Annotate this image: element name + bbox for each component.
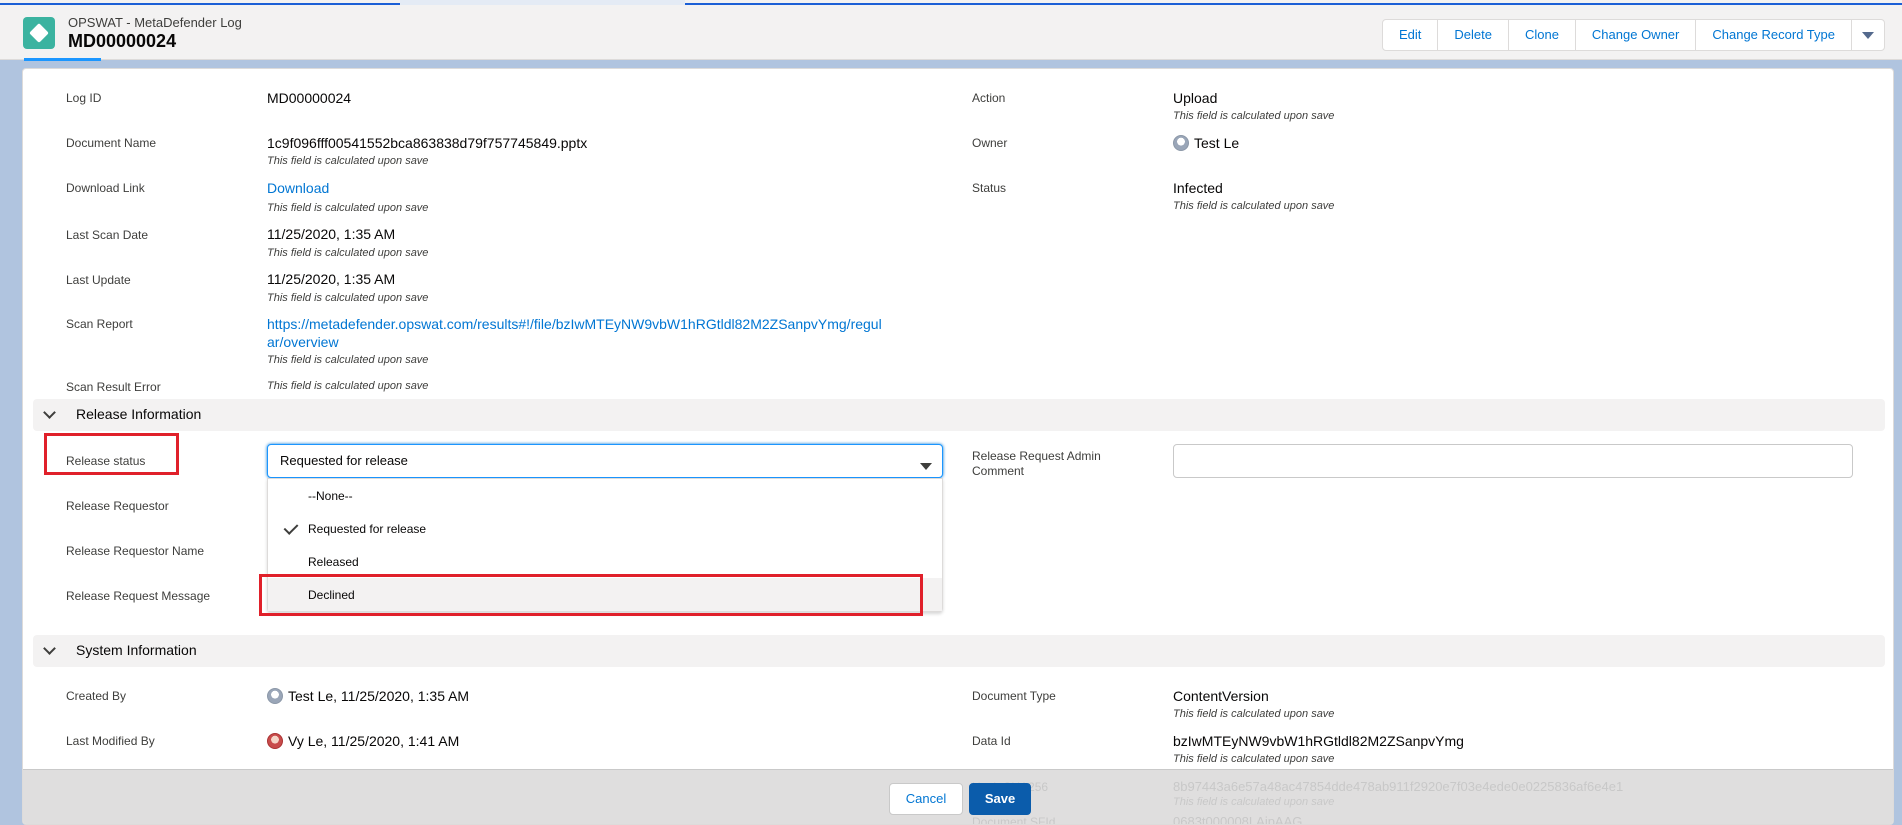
scan-report-label: Scan Report <box>66 317 133 331</box>
download-link[interactable]: Download <box>267 180 329 197</box>
last-modified-value: Vy Le, 11/25/2020, 1:41 AM <box>267 733 459 750</box>
record-header: OPSWAT - MetaDefender Log MD00000024 Edi… <box>0 5 1902 61</box>
action-label: Action <box>972 91 1006 105</box>
owner-label: Owner <box>972 136 1008 150</box>
edit-footer: Hash SHA256 8b97443a6e57a48ac47854dde478… <box>23 769 1893 825</box>
option-requested-for-release[interactable]: Requested for release <box>268 512 942 545</box>
created-by-text: Test Le, 11/25/2020, 1:35 AM <box>288 688 470 704</box>
last-update-value: 11/25/2020, 1:35 AM <box>267 271 396 287</box>
calc-note: This field is calculated upon save <box>267 155 429 167</box>
hash-value: 8b97443a6e57a48ac47854dde478ab911f2920e7… <box>1173 779 1624 794</box>
log-id-value: MD00000024 <box>267 90 352 106</box>
calc-note: This field is calculated upon save <box>267 354 429 366</box>
admin-comment-input[interactable] <box>1173 444 1853 478</box>
edit-button[interactable]: Edit <box>1383 20 1439 50</box>
created-by-label: Created By <box>66 689 127 703</box>
release-status-combobox[interactable]: Requested for release <box>267 444 943 478</box>
combobox-selected-value: Requested for release <box>280 453 408 468</box>
change-record-type-button[interactable]: Change Record Type <box>1696 20 1852 50</box>
document-type-label: Document Type <box>972 689 1056 703</box>
calc-note: This field is calculated upon save <box>267 380 429 392</box>
save-button[interactable]: Save <box>969 783 1031 815</box>
record-title: MD00000024 <box>68 31 177 51</box>
check-icon <box>283 520 299 535</box>
chevron-down-icon <box>1862 32 1874 40</box>
owner-name-link[interactable]: Test Le <box>1194 135 1239 151</box>
document-type-value: ContentVersion <box>1173 688 1269 704</box>
cancel-button[interactable]: Cancel <box>889 783 963 815</box>
scan-result-error-label: Scan Result Error <box>66 380 161 394</box>
release-information-section-header[interactable]: Release Information <box>33 399 1885 431</box>
delete-button[interactable]: Delete <box>1438 20 1509 50</box>
created-by-value: Test Le, 11/25/2020, 1:35 AM <box>267 688 469 705</box>
calc-note: This field is calculated upon save <box>267 292 429 304</box>
record-type-icon <box>23 17 55 49</box>
object-name: OPSWAT - MetaDefender Log <box>68 15 242 30</box>
status-label: Status <box>972 181 1007 195</box>
last-scan-date-value: 11/25/2020, 1:35 AM <box>267 226 396 242</box>
release-requestor-label: Release Requestor <box>66 499 169 513</box>
user-avatar-icon <box>1173 135 1189 151</box>
document-name-value: 1c9f096fff00541552bca863838d79f757745849… <box>267 135 588 151</box>
release-request-message-label: Release Request Message <box>66 589 211 603</box>
record-detail-card: Log ID MD00000024 Document Name 1c9f096f… <box>22 68 1894 825</box>
section-title: Release Information <box>76 406 202 422</box>
release-requestor-name-label: Release Requestor Name <box>66 544 205 558</box>
highlight-box-declined <box>259 574 923 616</box>
status-value: Infected <box>1173 180 1223 196</box>
scan-report-link-line2[interactable]: ar/overview <box>267 334 339 351</box>
calc-note: This field is calculated upon save <box>1173 796 1335 808</box>
admin-comment-label-line1: Release Request Admin <box>972 449 1101 463</box>
clone-button[interactable]: Clone <box>1509 20 1576 50</box>
user-avatar-icon <box>267 688 283 704</box>
action-value: Upload <box>1173 90 1218 106</box>
chevron-down-icon <box>43 406 56 419</box>
last-modified-label: Last Modified By <box>66 734 155 748</box>
section-title: System Information <box>76 642 197 658</box>
header-underline <box>24 58 101 61</box>
download-link-label: Download Link <box>66 181 145 195</box>
last-update-label: Last Update <box>66 273 131 287</box>
last-modified-text: Vy Le, 11/25/2020, 1:41 AM <box>288 733 460 749</box>
calc-note: This field is calculated upon save <box>267 247 429 259</box>
calc-note: This field is calculated upon save <box>1173 753 1335 765</box>
top-bar <box>0 0 1902 5</box>
user-avatar-icon <box>267 733 283 749</box>
scan-report-link-line1[interactable]: https://metadefender.opswat.com/results#… <box>267 316 882 333</box>
highlight-box-release-status <box>44 433 179 475</box>
chevron-down-icon <box>920 458 932 473</box>
action-button-group: Edit Delete Clone Change Owner Change Re… <box>1381 19 1885 51</box>
chevron-down-icon <box>43 642 56 655</box>
log-id-label: Log ID <box>66 91 102 105</box>
data-id-label: Data Id <box>972 734 1011 748</box>
more-actions-button[interactable] <box>1852 20 1884 50</box>
last-scan-date-label: Last Scan Date <box>66 228 149 242</box>
document-sfid-label: Document SFId <box>972 815 1056 825</box>
document-sfid-value: 0683t000008LAjpAAG <box>1173 814 1303 825</box>
calc-note: This field is calculated upon save <box>1173 110 1335 122</box>
calc-note: This field is calculated upon save <box>267 202 429 214</box>
calc-note: This field is calculated upon save <box>1173 200 1335 212</box>
change-owner-button[interactable]: Change Owner <box>1576 20 1697 50</box>
calc-note: This field is calculated upon save <box>1173 708 1335 720</box>
admin-comment-label-line2: Comment <box>972 464 1025 478</box>
option-none[interactable]: --None-- <box>268 479 942 512</box>
owner-value[interactable]: Test Le <box>1173 135 1239 152</box>
system-information-section-header[interactable]: System Information <box>33 635 1885 667</box>
document-name-label: Document Name <box>66 136 157 150</box>
data-id-value: bzIwMTEyNW9vbW1hRGtldl82M2ZSanpvYmg <box>1173 733 1464 749</box>
